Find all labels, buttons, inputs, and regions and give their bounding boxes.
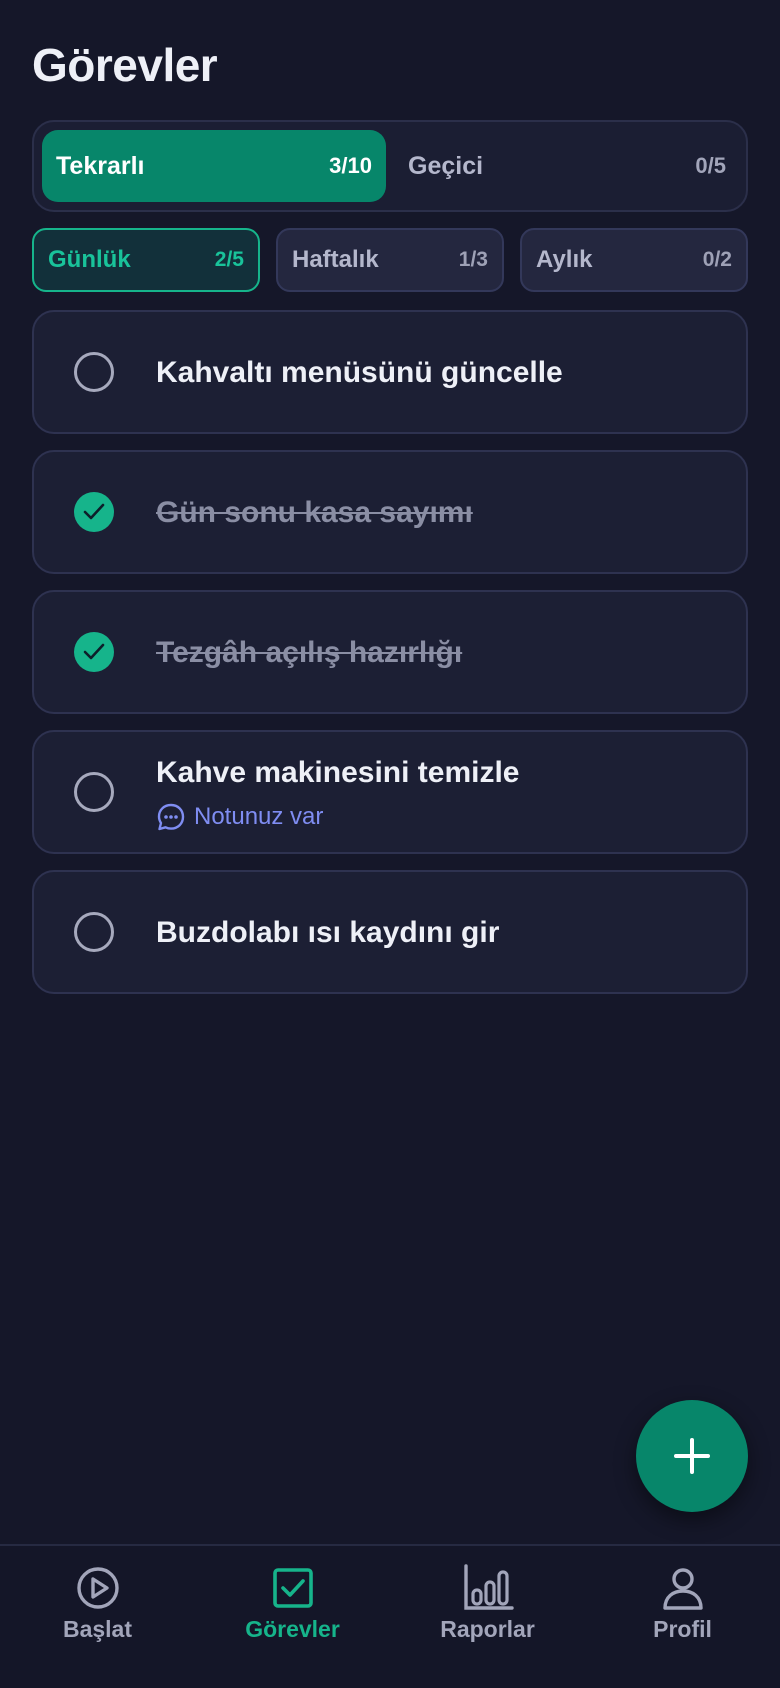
period-count: 1/3 — [458, 248, 488, 271]
segment-label: Geçici — [408, 151, 484, 180]
period-filter: Günlük 2/5 Haftalık 1/3 Aylık 0/2 — [32, 228, 748, 292]
task-note[interactable]: Notunuz var — [156, 802, 323, 832]
segment-temporary[interactable]: Geçici 0/5 — [394, 130, 740, 202]
period-count: 0/2 — [702, 248, 732, 271]
checkbox-icon — [272, 1568, 313, 1608]
task-checkbox[interactable] — [74, 772, 114, 812]
nav-label: Profil — [653, 1616, 712, 1642]
chat-bubble-icon — [157, 803, 185, 831]
task-title: Buzdolabı ısı kaydını gir — [156, 916, 500, 949]
nav-label: Görevler — [245, 1616, 340, 1642]
task-type-segmented-control: Tekrarlı 3/10 Geçici 0/5 — [32, 120, 748, 212]
task-item[interactable]: Kahvaltı menüsünü güncelle — [32, 310, 748, 434]
user-icon — [662, 1568, 703, 1610]
task-title: Kahve makinesini temizle — [156, 756, 520, 789]
task-title: Gün sonu kasa sayımı — [156, 496, 473, 529]
segment-count: 0/5 — [695, 153, 726, 178]
period-count: 2/5 — [214, 248, 244, 271]
play-circle-icon — [76, 1567, 119, 1609]
add-task-button[interactable] — [636, 1400, 748, 1512]
bottom-navigation: Başlat Görevler Raporlar Profil — [0, 1544, 780, 1688]
checkmark-icon — [83, 643, 105, 660]
task-checkbox-checked[interactable] — [74, 492, 114, 532]
nav-label: Başlat — [62, 1616, 133, 1642]
period-label: Günlük — [48, 246, 131, 273]
segment-recurring[interactable]: Tekrarlı 3/10 — [42, 130, 386, 202]
nav-item-reports[interactable]: Raporlar — [390, 1564, 585, 1664]
tasks-screen: Görevler Tekrarlı 3/10 Geçici 0/5 Günlük… — [0, 0, 780, 1688]
nav-item-profile[interactable]: Profil — [585, 1564, 780, 1664]
task-item[interactable]: Gün sonu kasa sayımı — [32, 450, 748, 574]
bar-chart-icon — [463, 1564, 514, 1610]
task-checkbox[interactable] — [74, 912, 114, 952]
task-item[interactable]: Tezgâh açılış hazırlığı — [32, 590, 748, 714]
nav-item-start[interactable]: Başlat — [0, 1564, 195, 1664]
note-label: Notunuz var — [194, 803, 324, 830]
period-chip-monthly[interactable]: Aylık 0/2 — [520, 228, 748, 292]
period-chip-daily[interactable]: Günlük 2/5 — [32, 228, 260, 292]
task-item[interactable]: Buzdolabı ısı kaydını gir — [32, 870, 748, 994]
task-checkbox-checked[interactable] — [74, 632, 114, 672]
task-checkbox[interactable] — [74, 352, 114, 392]
nav-item-tasks[interactable]: Görevler — [195, 1564, 390, 1664]
task-title: Tezgâh açılış hazırlığı — [156, 636, 463, 669]
page-title: Görevler — [32, 39, 218, 91]
period-label: Aylık — [536, 246, 593, 273]
nav-label: Raporlar — [440, 1616, 535, 1642]
task-title: Kahvaltı menüsünü güncelle — [156, 356, 563, 389]
segment-label: Tekrarlı — [56, 151, 145, 180]
plus-icon — [674, 1438, 710, 1474]
task-item[interactable]: Kahve makinesini temizle Notunuz var — [32, 730, 748, 854]
period-label: Haftalık — [292, 246, 379, 273]
segment-count: 3/10 — [329, 153, 372, 178]
checkmark-icon — [83, 503, 105, 520]
period-chip-weekly[interactable]: Haftalık 1/3 — [276, 228, 504, 292]
